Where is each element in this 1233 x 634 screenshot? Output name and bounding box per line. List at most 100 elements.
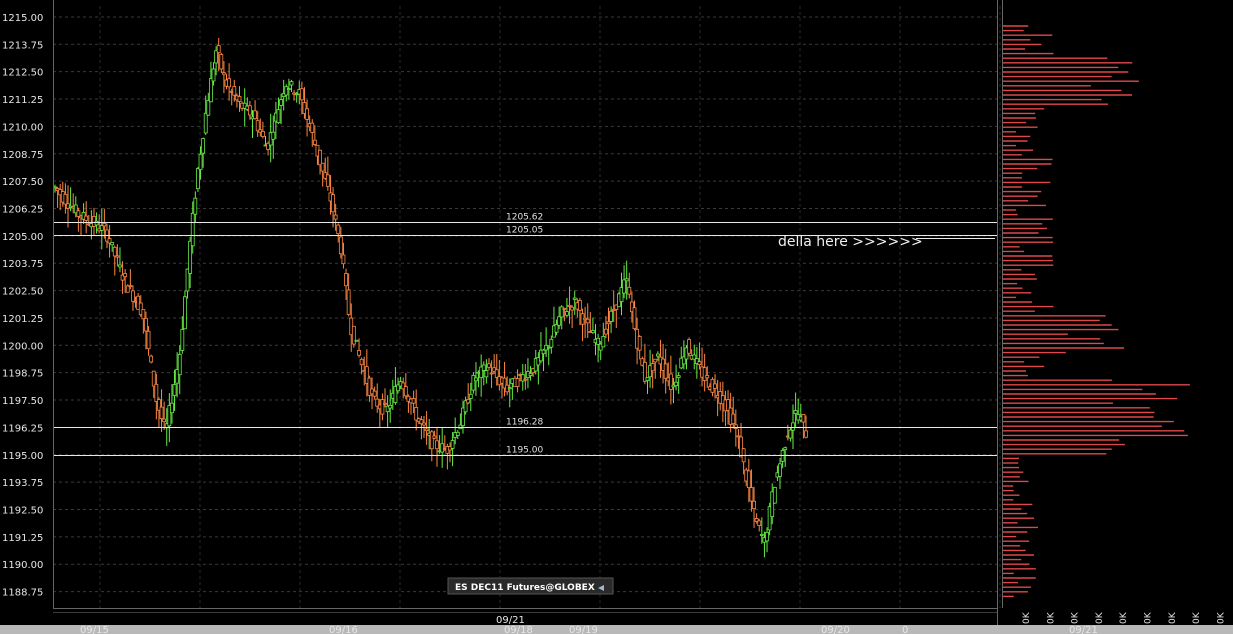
y-tick-label: 1213.75 bbox=[2, 40, 43, 51]
price-bar-body bbox=[177, 353, 182, 376]
price-bar-body bbox=[201, 138, 206, 154]
price-bar-body bbox=[674, 381, 678, 387]
price-bar-body bbox=[131, 290, 135, 302]
price-bar-body bbox=[310, 122, 315, 133]
instrument-label: ES DEC11 Futures@GLOBEX bbox=[455, 583, 595, 593]
price-bar-body bbox=[596, 337, 601, 345]
price-bar-body bbox=[128, 285, 133, 288]
level-label: 1195.00 bbox=[506, 446, 543, 456]
price-bar-body bbox=[141, 309, 146, 320]
price-bar-body bbox=[523, 378, 528, 381]
price-bar-body bbox=[411, 398, 416, 404]
price-bar-body bbox=[487, 363, 491, 368]
price-bar-body bbox=[591, 330, 595, 334]
price-bar-body bbox=[276, 109, 281, 124]
y-tick-label: 1196.25 bbox=[2, 423, 43, 434]
level-label: 1205.62 bbox=[506, 213, 543, 223]
price-bar-body bbox=[455, 431, 460, 436]
volume-axis-label: 0K bbox=[1022, 611, 1032, 624]
price-bar-body bbox=[206, 100, 211, 116]
price-bar-body bbox=[359, 358, 364, 366]
price-bar-body bbox=[198, 153, 203, 171]
price-bar-body bbox=[333, 214, 338, 220]
instrument-legend[interactable]: ES DEC11 Futures@GLOBEX bbox=[447, 577, 614, 595]
price-bar-body bbox=[705, 375, 710, 379]
price-bar-body bbox=[507, 387, 512, 390]
price-bar-body bbox=[346, 289, 351, 315]
price-bar-body bbox=[63, 193, 68, 205]
price-bar-body bbox=[209, 78, 213, 103]
price-bar-body bbox=[572, 297, 577, 300]
y-tick-label: 1190.00 bbox=[2, 560, 43, 571]
price-bar-body bbox=[190, 212, 195, 247]
price-bar-body bbox=[260, 130, 265, 137]
price-bar-body bbox=[645, 377, 650, 381]
price-bar-body bbox=[94, 220, 99, 226]
price-bar-body bbox=[289, 81, 294, 86]
y-tick-label: 1212.50 bbox=[2, 68, 43, 79]
y-tick-label: 1188.75 bbox=[2, 588, 43, 599]
price-bar-body bbox=[271, 131, 276, 140]
price-bar-body bbox=[84, 215, 89, 221]
price-bar-body bbox=[791, 422, 795, 431]
price-bar-body bbox=[793, 410, 798, 414]
price-bar-body bbox=[759, 534, 764, 536]
price-bar-body bbox=[435, 440, 439, 450]
price-bar-body bbox=[115, 255, 120, 258]
volume-axis-label: 0K bbox=[1168, 611, 1178, 624]
volume-axis-label: 0K bbox=[1119, 611, 1129, 624]
price-bar-body bbox=[203, 112, 208, 134]
x-date-label: 09/19 bbox=[569, 625, 598, 634]
price-bar-body bbox=[655, 353, 660, 357]
price-bar-body bbox=[414, 407, 419, 421]
price-bar-body bbox=[112, 246, 117, 257]
y-tick-label: 1203.75 bbox=[2, 259, 43, 270]
price-bar-body bbox=[255, 120, 260, 132]
volume-date-label: 09/21 bbox=[1069, 625, 1098, 634]
price-bar-body bbox=[154, 383, 159, 402]
price-bar-body bbox=[76, 210, 81, 217]
price-bar-body bbox=[804, 430, 808, 438]
price-bar-body bbox=[765, 531, 769, 542]
price-bar-body bbox=[354, 339, 359, 342]
price-bar-body bbox=[570, 306, 575, 311]
price-bar-body bbox=[489, 372, 494, 375]
price-bar-body bbox=[144, 317, 148, 332]
price-bar-body bbox=[372, 390, 377, 397]
price-bar-body bbox=[676, 375, 681, 379]
price-bar-body bbox=[193, 197, 198, 215]
price-bar-body bbox=[232, 86, 237, 96]
price-bar-body bbox=[424, 428, 429, 432]
price-bar-body bbox=[481, 364, 486, 371]
volume-axis-label: 0K bbox=[1071, 611, 1081, 624]
price-bar-body bbox=[237, 96, 242, 102]
x-date-label: 09/20 bbox=[821, 625, 850, 634]
price-bar-body bbox=[247, 105, 252, 116]
y-tick-label: 1206.25 bbox=[2, 204, 43, 215]
volume-axis-label: 0K bbox=[1192, 611, 1202, 624]
x-date-label: 09/16 bbox=[329, 625, 358, 634]
price-bar-body bbox=[118, 264, 122, 268]
price-bar-body bbox=[663, 363, 668, 379]
price-bar-body bbox=[484, 370, 489, 378]
y-tick-label: 1192.50 bbox=[2, 505, 43, 516]
x-date-label: 09/18 bbox=[504, 625, 533, 634]
price-bar-body bbox=[788, 429, 793, 439]
price-bar-body bbox=[180, 329, 185, 351]
price-bar-body bbox=[284, 86, 289, 96]
price-bar-body bbox=[440, 443, 445, 453]
y-tick-label: 1202.50 bbox=[2, 287, 43, 298]
y-tick-label: 1197.50 bbox=[2, 396, 43, 407]
price-bar-body bbox=[344, 273, 348, 287]
price-bar-body bbox=[102, 223, 107, 227]
price-bar-body bbox=[772, 486, 777, 504]
y-tick-label: 1208.75 bbox=[2, 150, 43, 161]
price-bar-body bbox=[632, 307, 637, 330]
della-annotation: della here >>>>>> bbox=[778, 234, 923, 250]
price-bar-body bbox=[752, 500, 756, 510]
price-bar-body bbox=[713, 383, 717, 389]
price-bar-body bbox=[286, 88, 291, 90]
price-bar-body bbox=[468, 393, 473, 399]
price-bar-body bbox=[432, 435, 437, 439]
price-bar-body bbox=[578, 300, 582, 311]
